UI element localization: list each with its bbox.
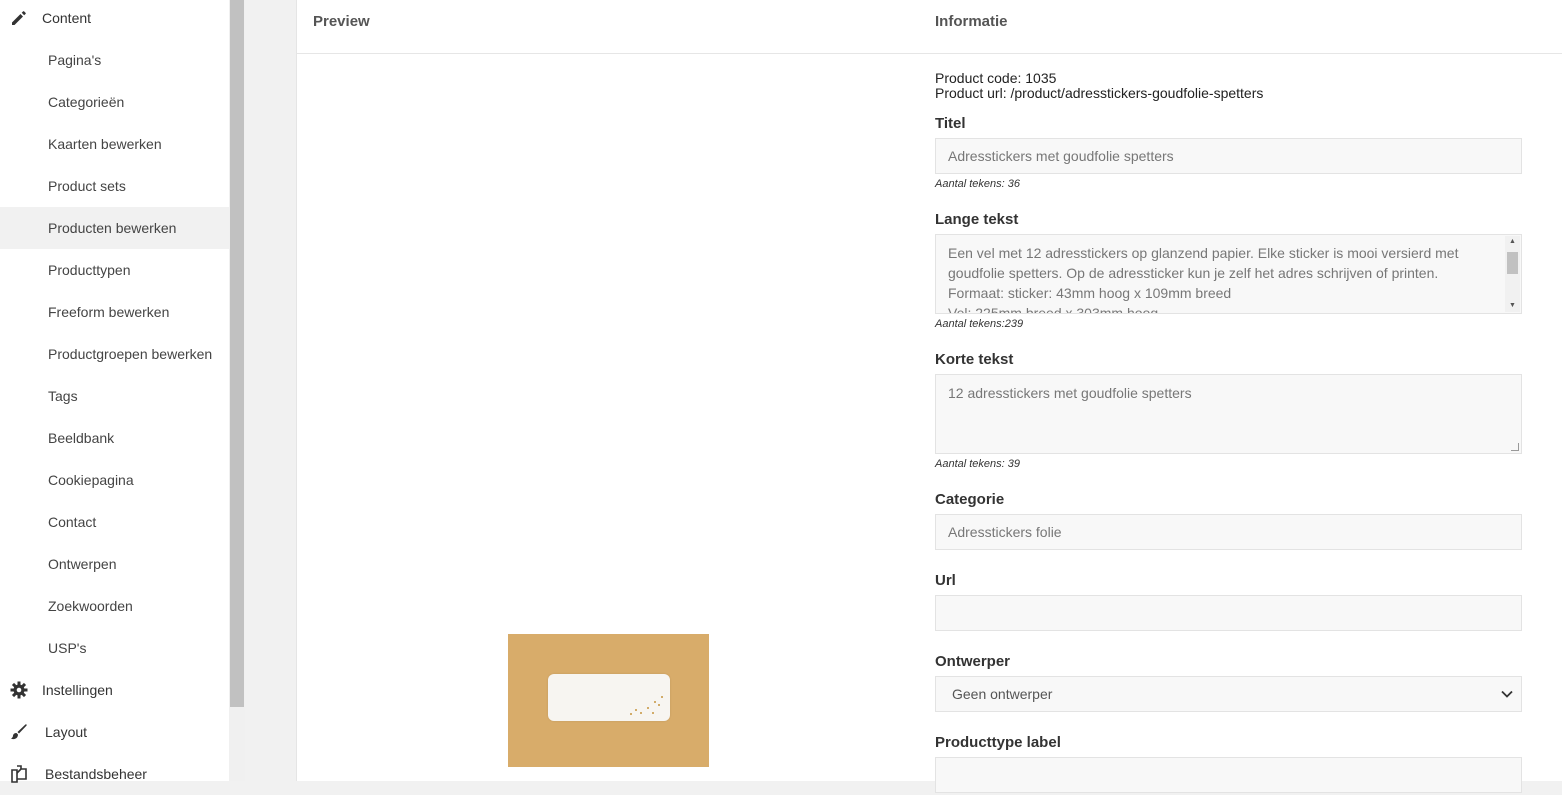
sidebar-scrollbar-thumb[interactable] xyxy=(230,0,244,707)
product-preview-image xyxy=(508,634,709,767)
textarea-scrollbar-thumb[interactable] xyxy=(1507,252,1518,274)
sidebar-item-label: Kaarten bewerken xyxy=(48,136,162,152)
ontwerper-label: Ontwerper xyxy=(935,653,1011,670)
sidebar-group-instellingen[interactable]: Instellingen xyxy=(0,669,229,711)
titel-input[interactable]: Adresstickers met goudfolie spetters xyxy=(935,138,1522,174)
titel-label: Titel xyxy=(935,115,966,132)
sidebar-item-productgroepen-bewerken[interactable]: Productgroepen bewerken xyxy=(0,333,229,375)
gear-icon xyxy=(9,680,29,700)
sidebar-item-label: Producttypen xyxy=(48,262,131,278)
producttype-label-input[interactable] xyxy=(935,757,1522,793)
chevron-down-icon xyxy=(1501,687,1513,701)
ontwerper-select[interactable]: Geen ontwerper xyxy=(935,676,1522,712)
sidebar: Content Pagina's Categorieën Kaarten bew… xyxy=(0,0,229,783)
sidebar-item-ontwerpen[interactable]: Ontwerpen xyxy=(0,543,229,585)
sidebar-item-label: Ontwerpen xyxy=(48,556,117,572)
sidebar-group-label: Bestandsbeheer xyxy=(45,766,147,782)
sidebar-item-beeldbank[interactable]: Beeldbank xyxy=(0,417,229,459)
titel-char-count: Aantal tekens: 36 xyxy=(935,178,1021,190)
product-edit-panel: Preview Informatie Product code: 1035 Pr… xyxy=(296,0,1562,793)
korte-tekst-char-count: Aantal tekens: 39 xyxy=(935,458,1021,470)
textarea-line: goudfolie spetters. Op de adressticker k… xyxy=(948,265,1439,281)
sidebar-item-paginas[interactable]: Pagina's xyxy=(0,39,229,81)
lange-tekst-char-count: Aantal tekens:239 xyxy=(935,318,1024,330)
url-input[interactable] xyxy=(935,595,1522,631)
product-code: Product code: 1035 xyxy=(935,70,1057,86)
scroll-up-arrow-icon[interactable]: ▲ xyxy=(1505,236,1520,248)
pencil-icon xyxy=(9,8,29,28)
sidebar-group-label: Layout xyxy=(45,724,88,740)
sidebar-group-label: Content xyxy=(42,10,92,26)
lange-tekst-textarea[interactable]: Een vel met 12 adresstickers op glanzend… xyxy=(935,234,1522,314)
sidebar-item-zoekwoorden[interactable]: Zoekwoorden xyxy=(0,585,229,627)
sidebar-item-tags[interactable]: Tags xyxy=(0,375,229,417)
textarea-line: Een vel met 12 adresstickers op glanzend… xyxy=(948,245,1459,261)
resize-handle-icon[interactable] xyxy=(1511,443,1519,451)
address-sticker xyxy=(548,674,670,721)
sidebar-item-label: Contact xyxy=(48,514,97,530)
lange-tekst-label: Lange tekst xyxy=(935,211,1019,228)
sidebar-scrollbar[interactable] xyxy=(229,0,245,781)
sidebar-item-freeform-bewerken[interactable]: Freeform bewerken xyxy=(0,291,229,333)
sidebar-item-label: Freeform bewerken xyxy=(48,304,170,320)
textarea-line: 12 adresstickers met goudfolie spetters xyxy=(948,385,1192,401)
sidebar-group-label: Instellingen xyxy=(42,682,113,698)
textarea-scrollbar[interactable]: ▲ ▼ xyxy=(1505,236,1520,312)
categorie-input[interactable]: Adresstickers folie xyxy=(935,514,1522,550)
paintbrush-icon xyxy=(9,722,29,742)
sidebar-item-label: Productgroepen bewerken xyxy=(48,346,213,362)
textarea-line: Formaat: sticker: 43mm hoog x 109mm bree… xyxy=(948,285,1232,301)
files-icon xyxy=(9,764,29,784)
preview-header: Preview xyxy=(313,13,370,30)
sidebar-group-bestandsbeheer[interactable]: Bestandsbeheer xyxy=(0,753,229,795)
sidebar-item-label: Beeldbank xyxy=(48,430,115,446)
producttype-label: Producttype label xyxy=(935,734,1061,751)
sidebar-item-label: Product sets xyxy=(48,178,126,194)
textarea-line: Vel: 225mm breed x 303mm hoog xyxy=(948,305,1159,314)
sidebar-item-categorieen[interactable]: Categorieën xyxy=(0,81,229,123)
sidebar-item-product-sets[interactable]: Product sets xyxy=(0,165,229,207)
product-url: Product url: /product/adresstickers-goud… xyxy=(935,85,1264,101)
sidebar-item-label: Producten bewerken xyxy=(48,220,177,236)
sidebar-item-label: Zoekwoorden xyxy=(48,598,133,614)
sidebar-item-label: Categorieën xyxy=(48,94,125,110)
info-header: Informatie xyxy=(935,13,1008,30)
sidebar-item-usps[interactable]: USP's xyxy=(0,627,229,669)
sidebar-item-label: USP's xyxy=(48,640,87,656)
sidebar-item-kaarten-bewerken[interactable]: Kaarten bewerken xyxy=(0,123,229,165)
table-header: Preview Informatie xyxy=(297,0,1562,54)
sidebar-item-label: Pagina's xyxy=(48,52,102,68)
korte-tekst-label: Korte tekst xyxy=(935,351,1014,368)
sidebar-item-producttypen[interactable]: Producttypen xyxy=(0,249,229,291)
sidebar-item-label: Cookiepagina xyxy=(48,472,134,488)
sidebar-group-layout[interactable]: Layout xyxy=(0,711,229,753)
sidebar-item-contact[interactable]: Contact xyxy=(0,501,229,543)
scroll-down-arrow-icon[interactable]: ▼ xyxy=(1505,300,1520,312)
sidebar-item-producten-bewerken[interactable]: Producten bewerken xyxy=(0,207,229,249)
sidebar-group-content[interactable]: Content xyxy=(0,0,229,39)
categorie-label: Categorie xyxy=(935,491,1005,508)
sidebar-item-label: Tags xyxy=(48,388,78,404)
ontwerper-selected-value: Geen ontwerper xyxy=(952,686,1053,702)
sidebar-item-cookiepagina[interactable]: Cookiepagina xyxy=(0,459,229,501)
korte-tekst-textarea[interactable]: 12 adresstickers met goudfolie spetters xyxy=(935,374,1522,454)
url-label: Url xyxy=(935,572,956,589)
